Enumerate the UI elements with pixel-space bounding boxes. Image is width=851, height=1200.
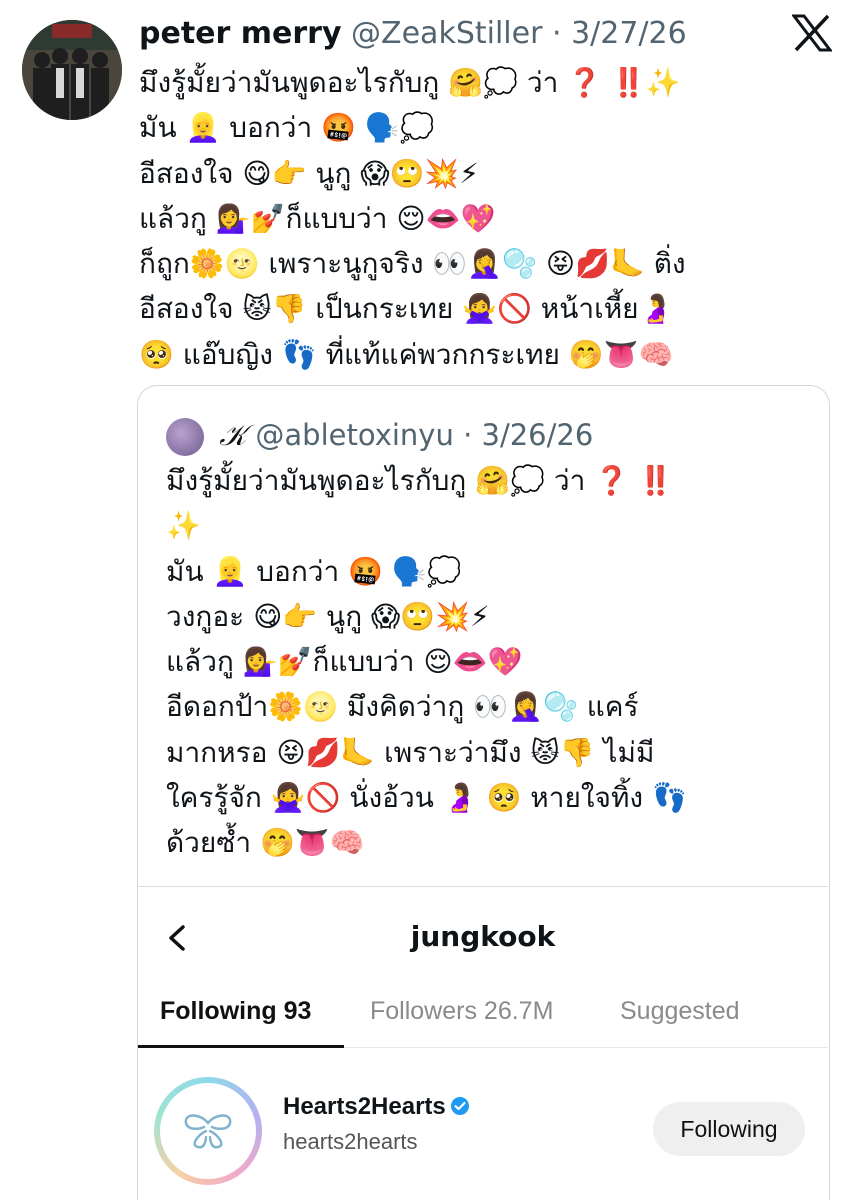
butterfly-logo-icon xyxy=(184,1114,232,1149)
x-logo-icon xyxy=(792,14,832,52)
follow-tabs: Following 93 Followers 26.7M Suggested xyxy=(138,987,828,1048)
tab-followers: Followers 26.7M xyxy=(370,997,554,1025)
tweet-header: peter merry @ZeakStiller · 3/27/26 xyxy=(139,12,687,56)
quoted-author-handle: @abletoxinyu xyxy=(255,418,454,452)
quoted-tweet-date: 3/26/26 xyxy=(481,418,594,452)
header-separator: · xyxy=(551,16,562,51)
user-handle: hearts2hearts xyxy=(283,1129,418,1154)
user-list-item: Hearts2Hearts hearts2hearts Following xyxy=(138,1067,828,1187)
tab-following: Following 93 xyxy=(160,997,312,1025)
embedded-screenshot[interactable]: jungkook Following 93 Followers 26.7M Su… xyxy=(138,886,828,1200)
author-handle[interactable]: @ZeakStiller xyxy=(351,16,542,51)
following-button: Following xyxy=(653,1102,805,1156)
tweet-body: มึงรู้มั้ยว่ามันพูดอะไรกับกู 🤗💭 ว่า ❓ ‼️… xyxy=(139,66,686,371)
author-display-name[interactable]: peter merry xyxy=(139,16,342,51)
quoted-author-display-name: 𝒦 xyxy=(219,418,247,452)
quoted-tweet-card[interactable]: 𝒦 @abletoxinyu · 3/26/26 มึงรู้มั้ยว่ามั… xyxy=(137,385,830,1200)
user-name: Hearts2Hearts xyxy=(283,1091,470,1123)
user-name-label: Hearts2Hearts xyxy=(283,1093,446,1120)
quoted-header-separator: · xyxy=(463,418,473,452)
user-avatar xyxy=(154,1077,262,1185)
quoted-author-avatar xyxy=(166,418,204,456)
tab-suggested: Suggested xyxy=(620,997,740,1025)
verified-badge-icon xyxy=(450,1097,469,1115)
avatar-group-photo xyxy=(22,20,122,120)
author-avatar[interactable] xyxy=(22,20,122,120)
quoted-tweet-header: 𝒦 @abletoxinyu · 3/26/26 xyxy=(166,412,593,458)
tweet-date[interactable]: 3/27/26 xyxy=(571,16,687,51)
active-tab-indicator xyxy=(138,1045,344,1048)
profile-title: jungkook xyxy=(410,920,556,953)
quoted-tweet-body: มึงรู้มั้ยว่ามันพูดอะไรกับกู 🤗💭 ว่า ❓ ‼️… xyxy=(166,464,687,860)
